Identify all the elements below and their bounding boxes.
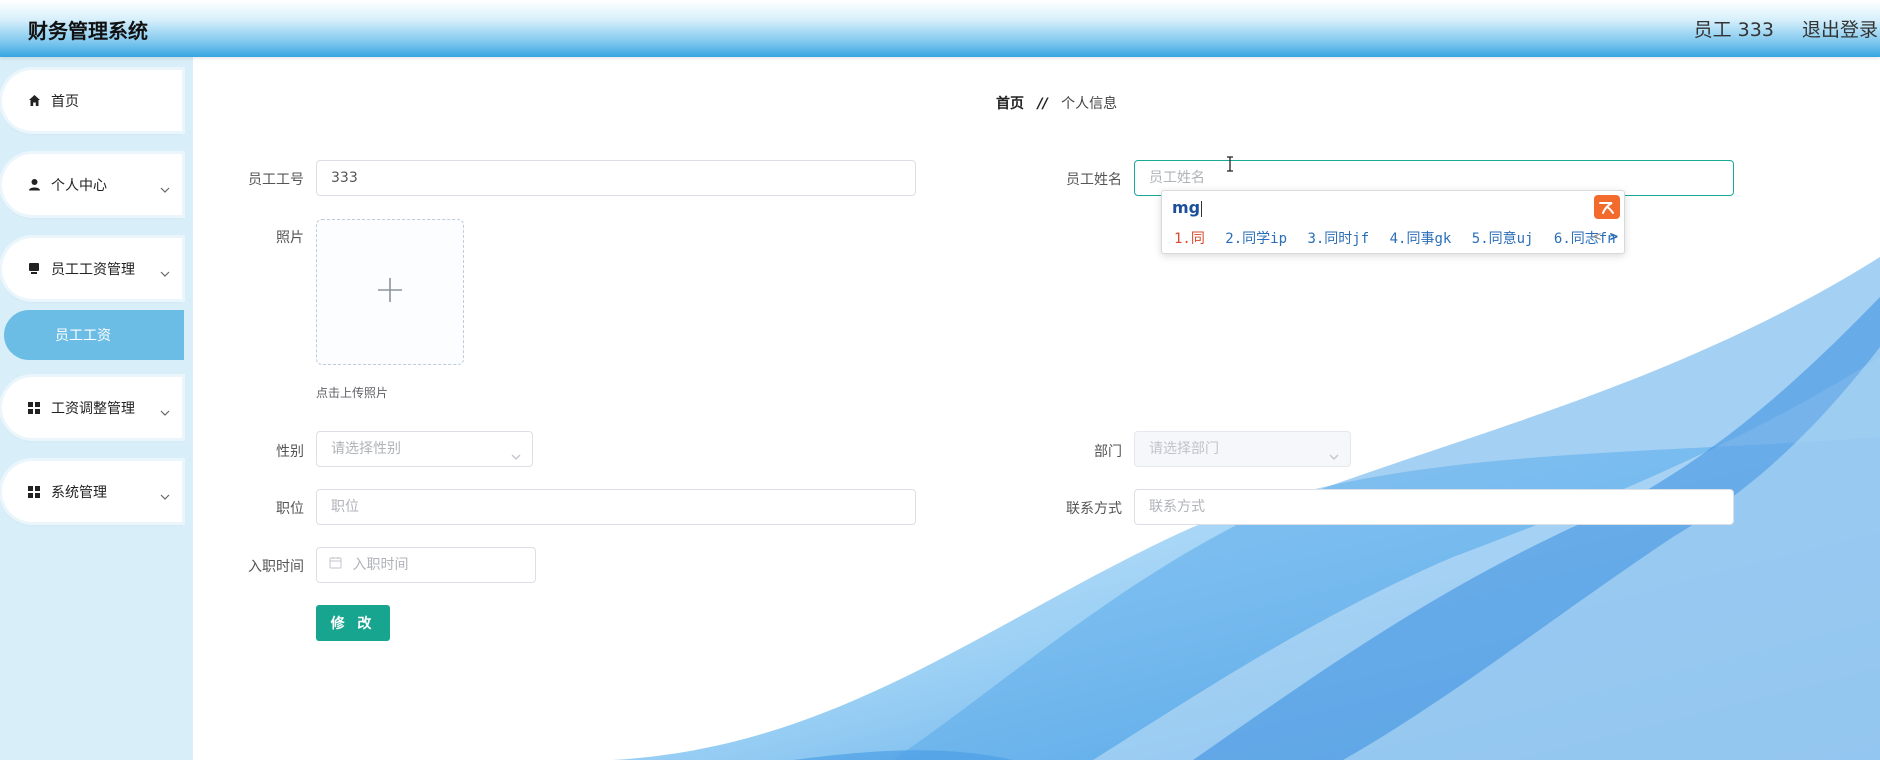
ime-candidate[interactable]: 2.同学ip bbox=[1225, 231, 1287, 247]
ime-logo-icon[interactable] bbox=[1594, 195, 1620, 219]
sidebar: 首页 个人中心 员工工资管理 员工工资 工资调整管理 系统管理 bbox=[0, 57, 193, 760]
submit-button[interactable]: 修 改 bbox=[316, 605, 390, 641]
employee-id-input[interactable] bbox=[316, 160, 916, 196]
plus-icon bbox=[377, 277, 403, 307]
user-label: 员工 333 bbox=[1693, 19, 1774, 41]
ime-candidate[interactable]: 4.同事gk bbox=[1390, 231, 1452, 247]
ime-candidate-window: mg 1.同 2.同学ip 3.同时jf 4.同事gk 5.同意uj 6.同志f… bbox=[1161, 190, 1625, 254]
user-icon bbox=[27, 178, 41, 192]
chevron-down-icon bbox=[1328, 442, 1340, 476]
ime-candidate[interactable]: 3.同时jf bbox=[1307, 231, 1369, 247]
header-user-area: 员工 333 退出登录 bbox=[1694, 15, 1880, 42]
sidebar-item-label: 员工工资管理 bbox=[51, 261, 135, 278]
photo-uploader[interactable] bbox=[316, 219, 464, 365]
employee-id-label: 员工工号 bbox=[248, 172, 304, 188]
gender-select[interactable]: 请选择性别 bbox=[316, 431, 533, 467]
app-title: 财务管理系统 bbox=[28, 19, 148, 43]
breadcrumb-home[interactable]: 首页 bbox=[996, 96, 1024, 112]
ime-pager: < > bbox=[1593, 229, 1618, 245]
ime-next-button[interactable]: > bbox=[1610, 229, 1618, 245]
breadcrumb: 首页 // 个人信息 bbox=[996, 93, 1117, 113]
department-label: 部门 bbox=[1094, 444, 1122, 460]
contact-label: 联系方式 bbox=[1066, 501, 1122, 517]
sidebar-item-label: 个人中心 bbox=[51, 177, 107, 194]
hire-date-placeholder: 入职时间 bbox=[352, 557, 409, 573]
position-label: 职位 bbox=[276, 501, 304, 517]
sidebar-item-system-management[interactable]: 系统管理 bbox=[2, 461, 182, 522]
ime-candidate-list: 1.同 2.同学ip 3.同时jf 4.同事gk 5.同意uj 6.同志fn bbox=[1174, 228, 1628, 248]
card-icon bbox=[27, 262, 41, 276]
position-input[interactable] bbox=[316, 489, 916, 525]
department-select[interactable]: 请选择部门 bbox=[1134, 431, 1351, 467]
sidebar-item-salary-management[interactable]: 员工工资管理 bbox=[2, 238, 182, 299]
ime-candidate[interactable]: 5.同意uj bbox=[1472, 231, 1534, 247]
gender-placeholder: 请选择性别 bbox=[331, 441, 401, 457]
sidebar-item-salary-adjustment[interactable]: 工资调整管理 bbox=[2, 377, 182, 438]
chevron-down-icon bbox=[160, 401, 170, 420]
home-icon bbox=[27, 94, 41, 108]
sidebar-subitem-label: 员工工资 bbox=[55, 328, 111, 344]
chevron-down-icon bbox=[160, 178, 170, 197]
chevron-down-icon bbox=[510, 442, 522, 476]
sidebar-item-label: 系统管理 bbox=[51, 484, 107, 501]
sidebar-item-label: 工资调整管理 bbox=[51, 400, 135, 417]
logout-link[interactable]: 退出登录 bbox=[1802, 19, 1878, 41]
sidebar-item-label: 首页 bbox=[51, 93, 79, 110]
ime-prev-button[interactable]: < bbox=[1593, 229, 1601, 245]
breadcrumb-current: 个人信息 bbox=[1061, 96, 1118, 112]
chevron-down-icon bbox=[160, 262, 170, 281]
top-header: 财务管理系统 员工 333 退出登录 bbox=[0, 0, 1880, 57]
upload-hint: 点击上传照片 bbox=[316, 386, 389, 400]
text-cursor-icon bbox=[1227, 156, 1233, 172]
employee-name-label: 员工姓名 bbox=[1066, 172, 1122, 188]
ime-composition: mg bbox=[1172, 198, 1203, 217]
gender-label: 性别 bbox=[276, 444, 304, 460]
ime-candidate[interactable]: 1.同 bbox=[1174, 231, 1205, 247]
sidebar-item-home[interactable]: 首页 bbox=[2, 70, 182, 131]
hire-date-label: 入职时间 bbox=[248, 559, 304, 575]
breadcrumb-separator: // bbox=[1037, 96, 1048, 112]
chevron-down-icon bbox=[160, 485, 170, 504]
sidebar-item-personal-center[interactable]: 个人中心 bbox=[2, 154, 182, 215]
grid-icon bbox=[27, 401, 41, 415]
hire-date-picker[interactable]: 入职时间 bbox=[316, 547, 536, 583]
department-placeholder: 请选择部门 bbox=[1149, 441, 1219, 457]
grid-icon bbox=[27, 485, 41, 499]
photo-label: 照片 bbox=[276, 230, 304, 246]
sidebar-subitem-employee-salary[interactable]: 员工工资 bbox=[4, 310, 184, 360]
contact-input[interactable] bbox=[1134, 489, 1734, 525]
calendar-icon bbox=[329, 548, 342, 582]
